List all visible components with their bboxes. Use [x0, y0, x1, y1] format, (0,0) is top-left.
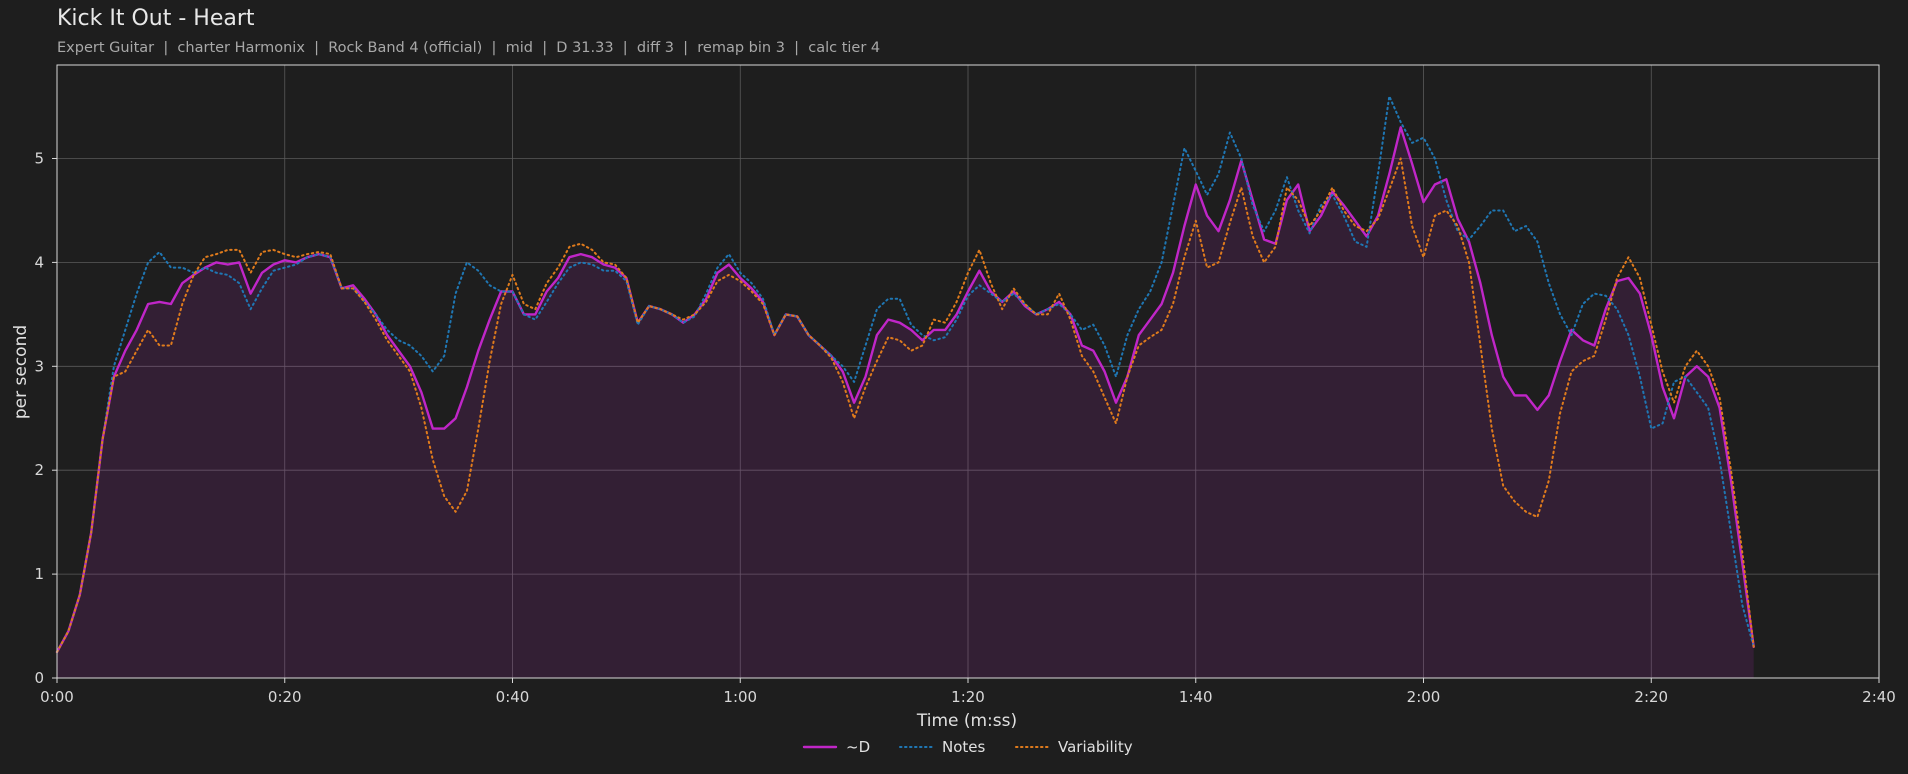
y-tick-label: 0	[34, 669, 44, 687]
x-tick-label: 0:20	[268, 688, 302, 706]
y-tick-label: 4	[34, 253, 44, 271]
legend-label-2: Variability	[1058, 738, 1133, 756]
chart-canvas: 0:00 0:20 0:40 1:00 1:20 1:40 2:00 2:20 2:40 0 1 2 3…	[11, 64, 1896, 756]
x-tick-label: 1:00	[723, 688, 757, 706]
x-tick-label: 0:40	[496, 688, 530, 706]
x-tick-label: 2:20	[1634, 688, 1668, 706]
y-tick-label: 5	[34, 150, 44, 168]
y-tick-label: 3	[34, 357, 44, 375]
y-tick-label: 2	[34, 461, 44, 479]
legend: ~D Notes Variability	[802, 738, 1133, 756]
x-axis-label: Time (m:ss)	[916, 711, 1017, 731]
x-tick-label: 1:40	[1179, 688, 1213, 706]
x-tick-label: 2:40	[1862, 688, 1896, 706]
y-tick-label: 1	[34, 565, 44, 583]
legend-label-0: ~D	[846, 738, 870, 756]
x-tick-label: 1:20	[951, 688, 985, 706]
legend-label-1: Notes	[942, 738, 986, 756]
x-tick-label: 0:00	[40, 688, 74, 706]
x-tick-label: 2:00	[1407, 688, 1441, 706]
y-axis-label: per second	[11, 325, 31, 419]
